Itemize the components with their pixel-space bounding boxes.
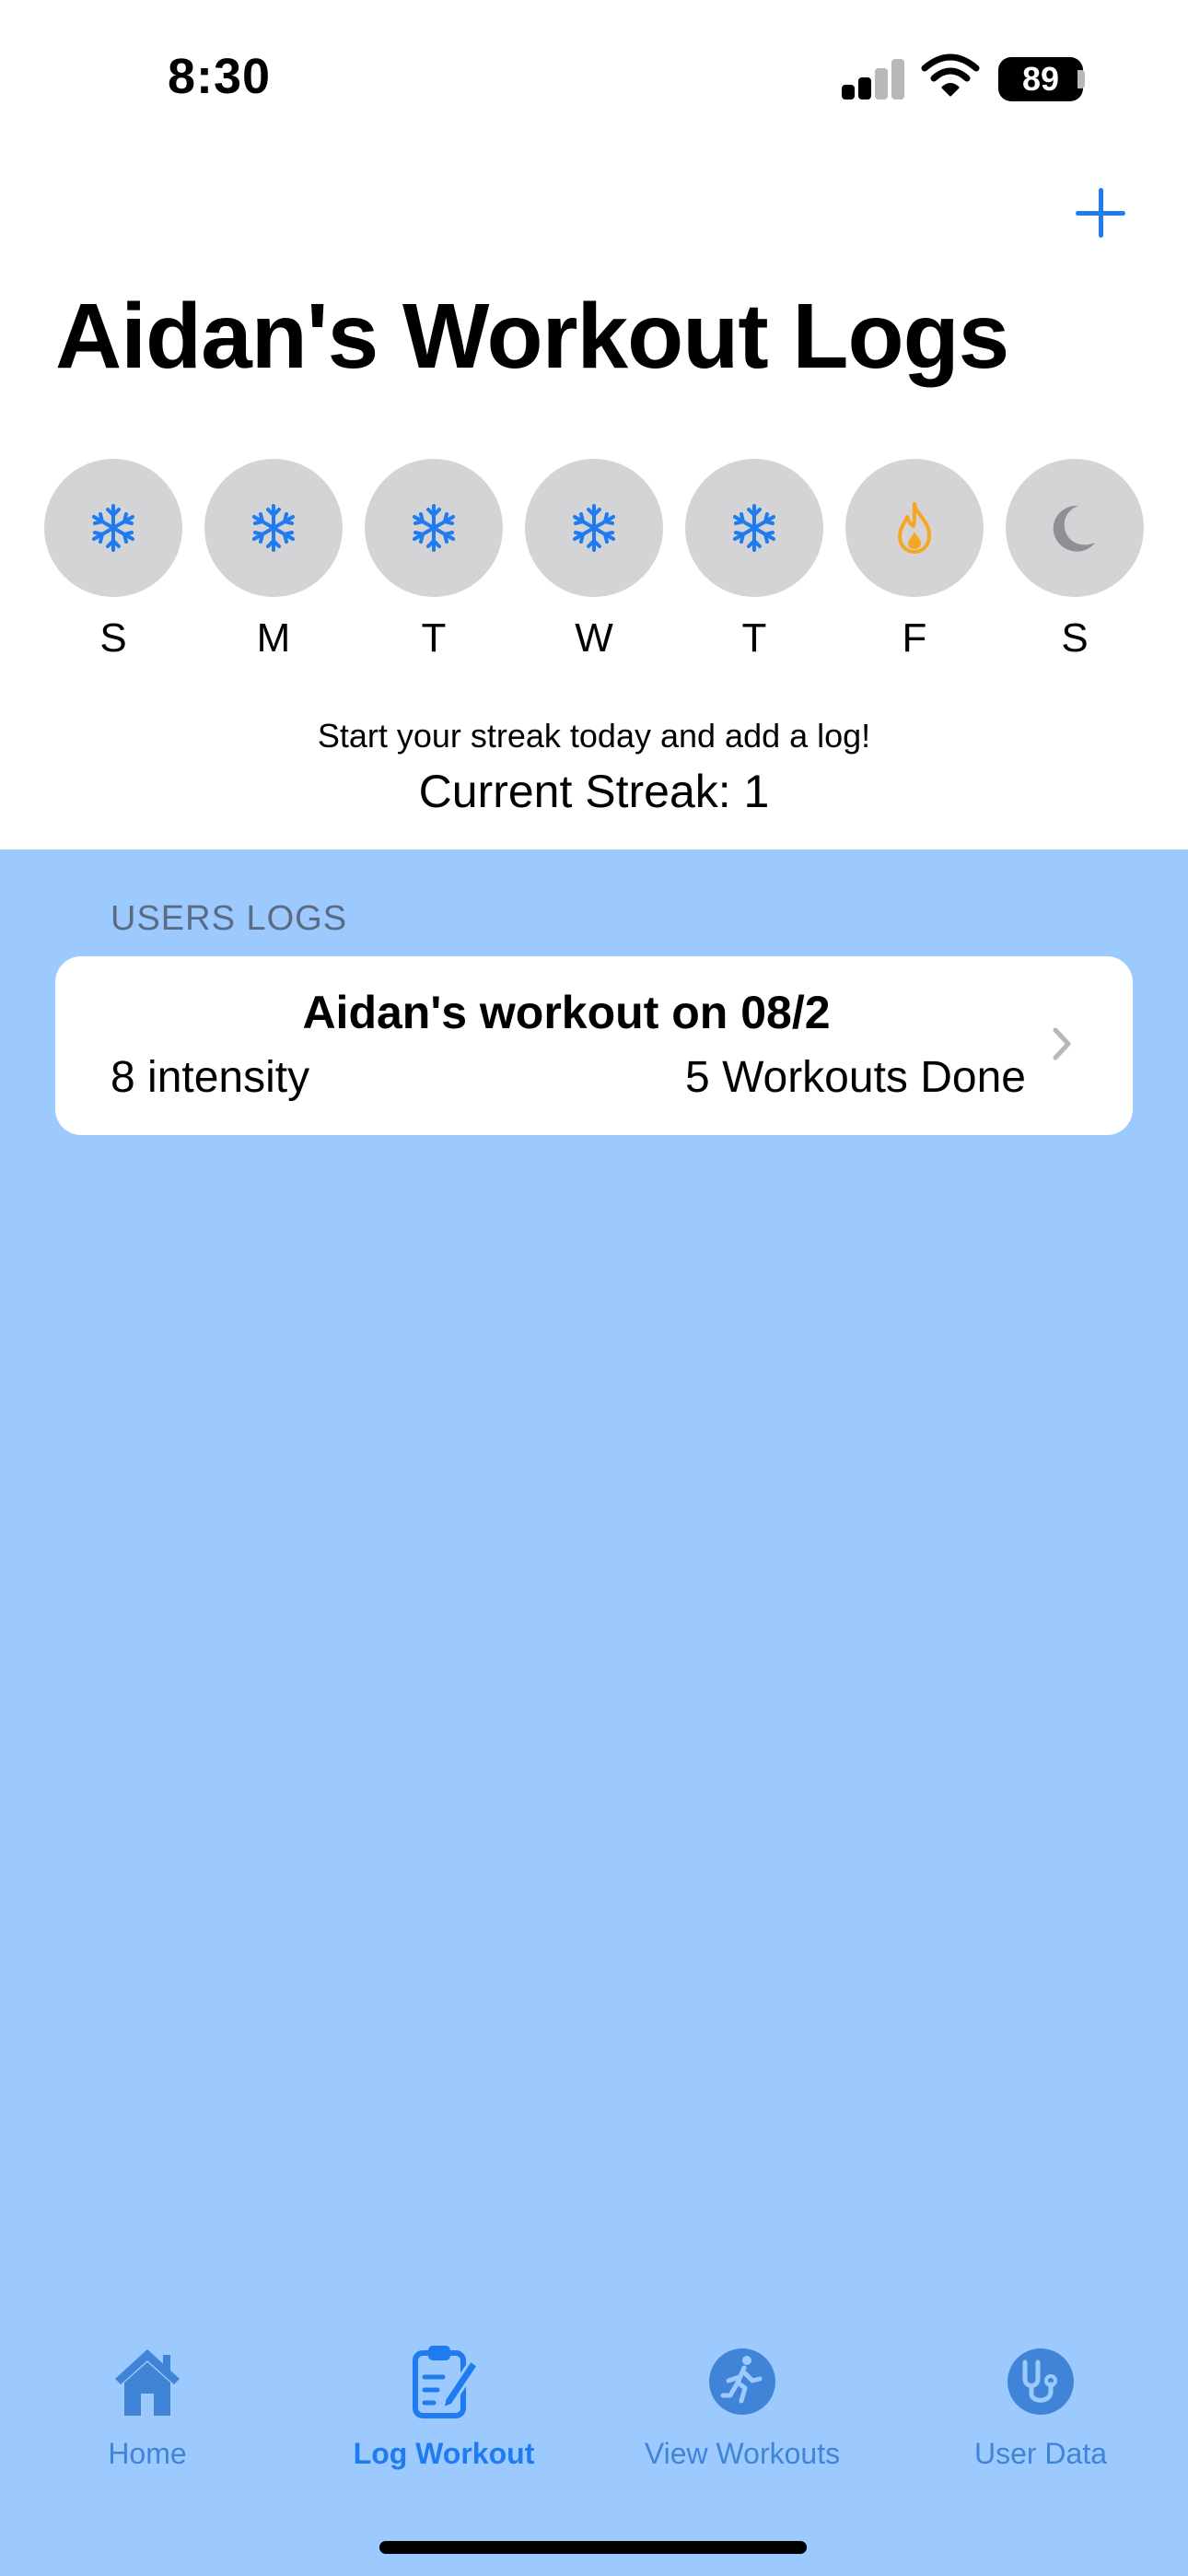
day-letter: F <box>902 615 927 661</box>
flame-icon <box>898 502 931 554</box>
log-row[interactable]: Aidan's workout on 08/2 8 intensity 5 Wo… <box>55 956 1133 1135</box>
day-circle <box>204 459 343 597</box>
day-letter: S <box>1061 615 1089 661</box>
day-letter: S <box>99 615 127 661</box>
home-indicator[interactable] <box>379 2541 807 2554</box>
house-icon <box>115 2349 180 2416</box>
cellular-signal-icon <box>842 57 906 100</box>
current-streak: Current Streak: 1 <box>418 766 770 817</box>
clipboard-icon <box>413 2346 481 2418</box>
day-thursday: T <box>685 459 823 662</box>
streak-message: Start your streak today and add a log! <box>317 717 871 755</box>
battery-icon: 89 <box>998 57 1083 101</box>
logs-list[interactable]: USERS LOGS Aidan's workout on 08/2 8 int… <box>0 849 1188 2576</box>
day-friday: F <box>845 459 984 662</box>
add-log-button[interactable] <box>1068 181 1133 245</box>
snowflake-icon <box>252 504 295 552</box>
day-circle <box>685 459 823 597</box>
moon-icon <box>1053 505 1095 552</box>
snowflake-icon <box>733 504 775 552</box>
day-circle <box>44 459 182 597</box>
wifi-icon <box>921 53 980 97</box>
log-intensity: 8 intensity <box>111 1053 310 1102</box>
tab-label: Log Workout <box>353 2437 535 2470</box>
battery-tip <box>1077 70 1085 88</box>
day-circle <box>525 459 663 597</box>
day-wednesday: W <box>525 459 663 662</box>
tab-bar: Home Log Workout View Workouts User Data <box>0 2340 1188 2506</box>
tab-label: View Workouts <box>644 2437 841 2470</box>
day-letter: M <box>256 615 291 661</box>
day-monday: M <box>204 459 343 662</box>
day-letter: T <box>421 615 447 661</box>
day-circle <box>845 459 984 597</box>
snowflake-icon <box>92 504 134 552</box>
stethoscope-icon <box>1007 2348 1074 2415</box>
day-tuesday: T <box>365 459 503 662</box>
tab-label: User Data <box>973 2437 1108 2470</box>
day-letter: T <box>741 615 767 661</box>
tab-user-data[interactable]: User Data <box>893 2340 1188 2471</box>
snowflake-icon <box>573 504 615 552</box>
status-time: 8:30 <box>168 49 272 104</box>
week-streak-row: S M T W T F S <box>44 459 1144 671</box>
day-letter: W <box>575 615 613 661</box>
day-circle <box>1006 459 1144 597</box>
tab-home[interactable]: Home <box>0 2340 295 2471</box>
day-circle <box>365 459 503 597</box>
day-saturday: S <box>1006 459 1144 662</box>
runner-icon <box>709 2348 775 2415</box>
chevron-right-icon <box>1053 1027 1071 1060</box>
page-title: Aidan's Workout Logs <box>55 285 1009 388</box>
tab-label: Home <box>108 2437 187 2470</box>
section-header: USERS LOGS <box>111 899 348 938</box>
tab-view-workouts[interactable]: View Workouts <box>595 2340 890 2471</box>
log-workout-count: 5 Workouts Done <box>685 1053 1026 1102</box>
status-bar: 8:30 89 <box>0 0 1188 157</box>
tab-log-workout[interactable]: Log Workout <box>297 2340 591 2471</box>
log-title: Aidan's workout on 08/2 <box>302 987 831 1038</box>
snowflake-icon <box>413 504 455 552</box>
day-sunday: S <box>44 459 182 662</box>
